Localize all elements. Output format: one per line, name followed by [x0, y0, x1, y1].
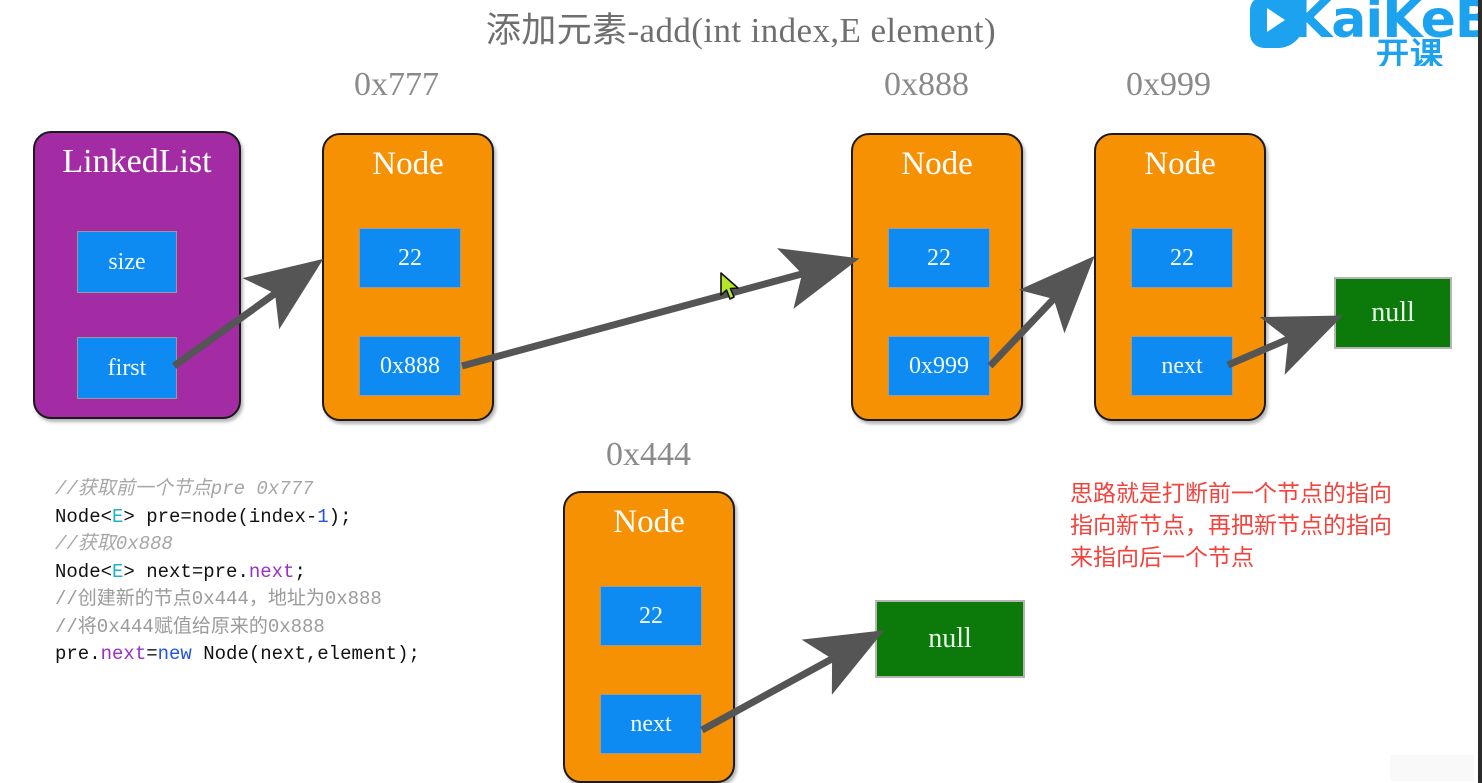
red-annotation-note: 思路就是打断前一个节点的指向 指向新节点，再把新节点的指向 来指向后一个节点 — [1070, 481, 1392, 571]
node-title-0x888: Node — [901, 146, 973, 182]
node-next-0x777: 0x888 — [359, 336, 461, 396]
node-box-0x888: Node 22 0x999 — [851, 133, 1023, 421]
page-title: 添加元素-add(int index,E element) — [485, 11, 997, 50]
code-line-7-c: Node(next,element); — [191, 643, 420, 665]
code-line-2-a: Node< — [55, 505, 113, 528]
code-line-7-b: = — [146, 643, 158, 665]
arrow-0x777-to-0x888 — [461, 248, 860, 370]
node-title-0x999: Node — [1144, 146, 1216, 182]
code-line-2: Node<E> pre=node(index-1); — [55, 506, 351, 528]
code-comment-2: //获取0x888 — [55, 533, 173, 555]
address-label-node-3: 0x999 — [1126, 66, 1211, 103]
node-title-0x444: Node — [613, 504, 685, 540]
node-value-0x777: 22 — [359, 228, 461, 288]
code-generic-e-2: E — [112, 560, 124, 583]
linkedlist-object-box: LinkedList size first — [33, 131, 241, 419]
address-label-node-1: 0x777 — [354, 66, 439, 103]
linkedlist-title: LinkedList — [62, 143, 212, 180]
code-line-7: pre.next=new Node(next,element); — [55, 643, 420, 665]
code-line-2-b: > pre=node(index- — [123, 505, 318, 528]
bottom-watermark — [1390, 755, 1474, 781]
address-label-node-2: 0x888 — [884, 66, 969, 103]
code-line-2-c: ); — [328, 505, 352, 528]
null-box-bottom: null — [875, 600, 1025, 678]
node-box-0x444: Node 22 next — [563, 491, 735, 783]
node-box-0x777: Node 22 0x888 — [322, 133, 494, 421]
node-value-0x444: 22 — [600, 586, 702, 646]
code-prop-next-1: next — [248, 560, 295, 583]
slide-canvas: 添加元素-add(int index,E element) KaiKeB 开课 … — [0, 0, 1482, 783]
code-line-7-a: pre. — [55, 643, 101, 665]
code-comment-1: //获取前一个节点pre 0x777 — [55, 478, 314, 500]
code-keyword-new: new — [157, 643, 192, 665]
node-value-0x888: 22 — [888, 228, 990, 288]
code-snippet: //获取前一个节点pre 0x777 Node<E> pre=node(inde… — [55, 476, 420, 669]
node-next-0x888: 0x999 — [888, 336, 990, 396]
node-value-0x999: 22 — [1131, 228, 1233, 288]
code-line-4-b: > next=pre. — [123, 560, 249, 583]
node-box-0x999: Node 22 next — [1094, 133, 1266, 421]
code-number-1: 1 — [317, 505, 329, 528]
code-line-4-a: Node< — [55, 560, 113, 583]
code-comment-4: //将0x444赋值给原来的0x888 — [55, 615, 325, 638]
node-next-0x999: next — [1131, 336, 1233, 396]
code-comment-3: //创建新的节点0x444，地址为0x888 — [55, 588, 382, 610]
code-generic-e-1: E — [112, 505, 124, 528]
node-next-0x444: next — [600, 694, 702, 754]
code-prop-next-2: next — [100, 643, 147, 665]
linkedlist-field-first: first — [77, 337, 177, 399]
node-title-0x777: Node — [372, 146, 444, 182]
address-label-node-new: 0x444 — [606, 436, 691, 473]
code-line-4: Node<E> next=pre.next; — [55, 561, 306, 583]
video-frame-right-edge — [1478, 0, 1482, 783]
code-line-4-c: ; — [294, 560, 306, 583]
null-box-right: null — [1334, 277, 1452, 349]
linkedlist-field-size: size — [77, 231, 177, 293]
mouse-cursor-icon — [720, 272, 739, 300]
